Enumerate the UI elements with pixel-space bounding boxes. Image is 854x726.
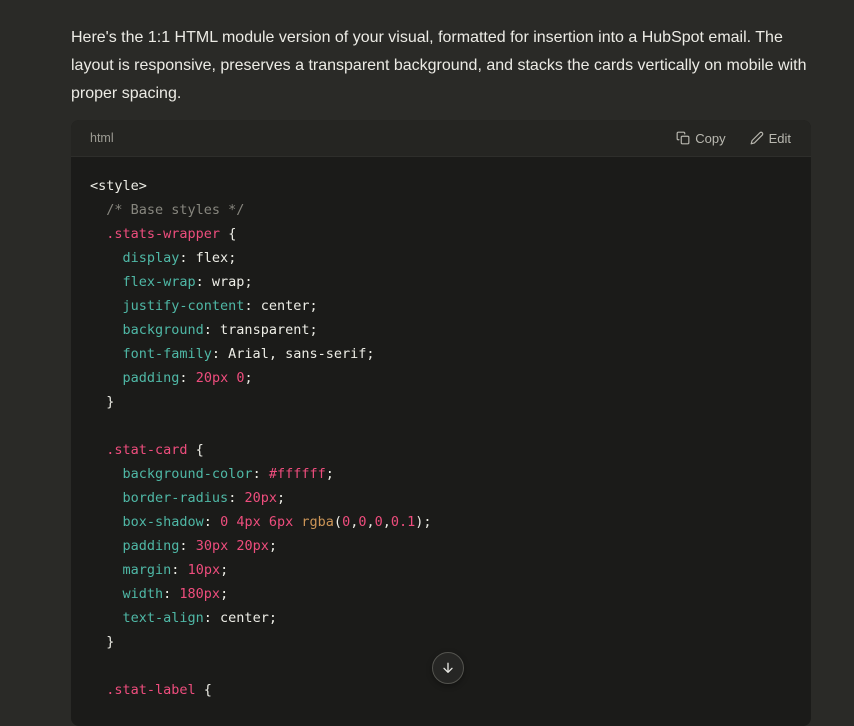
code-line: flex-wrap: wrap; — [90, 270, 791, 294]
assistant-message: Here's the 1:1 HTML module version of yo… — [71, 0, 811, 726]
code-line: .stats-wrapper { — [90, 222, 791, 246]
code-line: display: flex; — [90, 246, 791, 270]
code-line: /* Base styles */ — [90, 198, 791, 222]
code-line: font-family: Arial, sans-serif; — [90, 342, 791, 366]
code-block-actions: Copy Edit — [670, 127, 797, 150]
code-line: background: transparent; — [90, 318, 791, 342]
copy-button-label: Copy — [695, 131, 725, 146]
copy-icon — [676, 131, 690, 145]
edit-pencil-icon — [750, 131, 764, 145]
code-line: border-radius: 20px; — [90, 486, 791, 510]
code-line: box-shadow: 0 4px 6px rgba(0,0,0,0.1); — [90, 510, 791, 534]
code-line: <style> — [90, 174, 791, 198]
code-line: justify-content: center; — [90, 294, 791, 318]
code-block: html Copy — [71, 120, 811, 726]
code-language-label: html — [90, 131, 114, 145]
arrow-down-icon — [440, 660, 456, 676]
scroll-to-bottom-button[interactable] — [432, 652, 464, 684]
code-content: <style> /* Base styles */ .stats-wrapper… — [71, 157, 811, 726]
code-block-header: html Copy — [71, 120, 811, 157]
code-line: padding: 30px 20px; — [90, 534, 791, 558]
code-line: text-align: center; — [90, 606, 791, 630]
edit-button-label: Edit — [769, 131, 791, 146]
message-text: Here's the 1:1 HTML module version of yo… — [71, 24, 807, 108]
copy-button[interactable]: Copy — [670, 127, 731, 150]
edit-button[interactable]: Edit — [744, 127, 797, 150]
code-line: .stat-card { — [90, 438, 791, 462]
code-line: } — [90, 630, 791, 654]
code-line: } — [90, 390, 791, 414]
code-line: width: 180px; — [90, 582, 791, 606]
code-line: margin: 10px; — [90, 558, 791, 582]
code-line — [90, 414, 791, 438]
code-line: padding: 20px 0; — [90, 366, 791, 390]
code-line: background-color: #ffffff; — [90, 462, 791, 486]
